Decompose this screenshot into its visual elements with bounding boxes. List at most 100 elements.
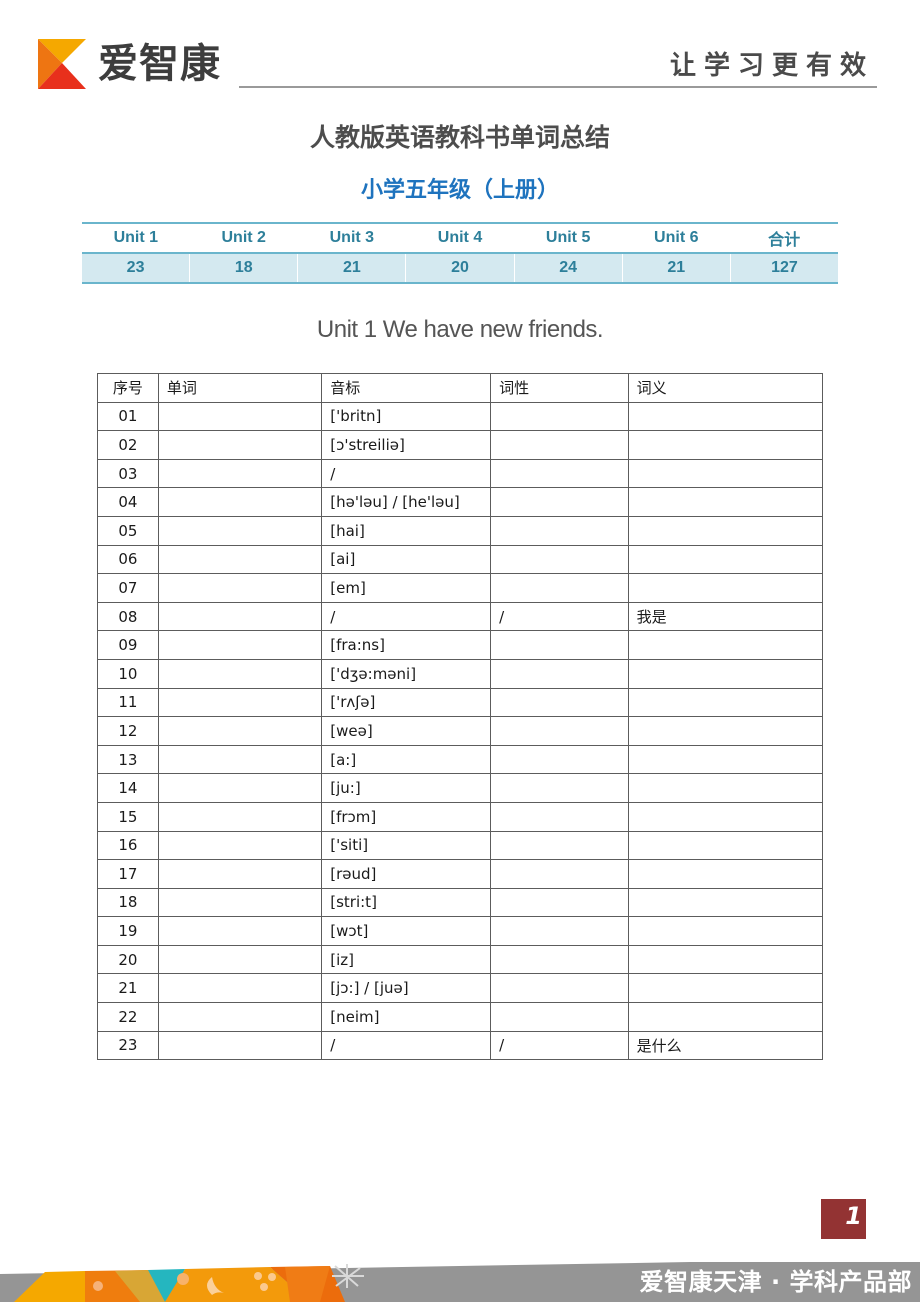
vocab-word-cell [157, 544, 323, 575]
vocab-pos-cell [490, 916, 629, 946]
summary-header-row: Unit 1 Unit 2 Unit 3 Unit 4 Unit 5 Unit … [82, 222, 838, 254]
header-divider [239, 86, 877, 88]
vocab-pos-cell [490, 630, 629, 660]
column-header-meaning: 词义 [627, 373, 824, 403]
vocab-meaning-cell [627, 1002, 824, 1032]
vocab-pos-cell [490, 716, 629, 746]
vocab-pos-cell [490, 401, 629, 432]
vocab-number-cell: 15 [97, 801, 159, 832]
vocab-meaning-cell [627, 687, 824, 718]
vocab-row: 08// 我是 [97, 601, 824, 632]
column-header-part-of-speech: 词性 [490, 373, 629, 403]
vocab-word-cell [157, 1002, 323, 1032]
vocab-word-cell [157, 515, 323, 546]
vocab-pos-cell [490, 830, 629, 861]
summary-value-cell: 23 [82, 253, 190, 284]
vocab-number-cell: 17 [97, 859, 159, 889]
vocab-row: 14 [ju:] [97, 773, 824, 803]
vocab-phonetic-cell: / [321, 1030, 492, 1061]
summary-header-cell: Unit 6 [622, 222, 731, 254]
vocab-number-cell: 03 [97, 458, 159, 489]
vocab-word-cell [157, 801, 323, 832]
vocab-pos-cell [490, 744, 629, 775]
summary-value-cell: 18 [189, 253, 298, 284]
summary-value-cell: 21 [621, 253, 731, 284]
vocab-meaning-cell [627, 630, 824, 660]
vocab-pos-cell [490, 515, 629, 546]
vocab-number-cell: 07 [97, 573, 159, 603]
vocab-meaning-cell [627, 487, 824, 517]
vocab-phonetic-cell: ['siti] [321, 830, 492, 861]
vocab-word-cell [157, 658, 323, 689]
vocab-header-row: 序号 单词 音标 词性 词义 [97, 373, 824, 403]
vocab-phonetic-cell: [rəud] [321, 859, 492, 889]
unit-summary-table: Unit 1 Unit 2 Unit 3 Unit 4 Unit 5 Unit … [82, 222, 838, 284]
vocab-word-cell [157, 601, 323, 632]
vocab-number-cell: 08 [97, 601, 159, 632]
vocab-phonetic-cell: [a:] [321, 744, 492, 775]
vocab-number-cell: 01 [97, 401, 159, 432]
vocab-phonetic-cell: ['rʌʃə] [321, 687, 492, 718]
summary-value-cell: 20 [405, 253, 515, 284]
vocab-phonetic-cell: / [321, 601, 492, 632]
summary-header-cell: Unit 1 [82, 222, 190, 254]
vocab-phonetic-cell: [ai] [321, 544, 492, 575]
vocab-row: 22 [neim] [97, 1002, 824, 1032]
vocab-row: 21 [jɔ:] / [juə] [97, 973, 824, 1004]
vocab-row: 19 [wɔt] [97, 916, 824, 946]
vocab-row: 01 ['britn] [97, 401, 824, 432]
vocab-meaning-cell [627, 859, 824, 889]
vocab-pos-cell [490, 430, 629, 460]
vocab-meaning-cell: 是什么 [627, 1030, 824, 1061]
vocab-pos-cell [490, 773, 629, 803]
vocab-pos-cell [490, 973, 629, 1004]
vocab-number-cell: 23 [97, 1030, 159, 1061]
vocab-row: 09 [fra:ns] [97, 630, 824, 660]
vocab-word-cell [157, 401, 323, 432]
summary-header-cell: Unit 2 [189, 222, 298, 254]
column-header-word: 单词 [157, 373, 323, 403]
vocab-word-cell [157, 687, 323, 718]
vocab-meaning-cell: 我是 [627, 601, 824, 632]
vocab-meaning-cell [627, 944, 824, 975]
vocab-number-cell: 02 [97, 430, 159, 460]
vocab-number-cell: 18 [97, 887, 159, 918]
vocab-meaning-cell [627, 458, 824, 489]
summary-value-cell: 24 [513, 253, 623, 284]
vocab-body: 01 ['britn] 02 [ɔ'streiliə] 03 / 04 [hə'ləu] / … [97, 401, 824, 1061]
vocab-row: 15 [frɔm] [97, 801, 824, 832]
vocab-word-cell [157, 830, 323, 861]
vocab-meaning-cell [627, 801, 824, 832]
vocab-meaning-cell [627, 573, 824, 603]
vocab-pos-cell: / [490, 601, 629, 632]
column-header-phonetic: 音标 [321, 373, 492, 403]
vocab-meaning-cell [627, 658, 824, 689]
vocab-row: 07 [em] [97, 573, 824, 603]
page-title: 人教版英语教科书单词总结 [309, 123, 610, 152]
page-subtitle: 小学五年级（上册） [360, 178, 559, 203]
vocab-meaning-cell [627, 430, 824, 460]
vocab-word-cell [157, 859, 323, 889]
vocab-word-cell [157, 773, 323, 803]
vocab-number-cell: 16 [97, 830, 159, 861]
vocab-word-cell [157, 887, 323, 918]
vocab-phonetic-cell: [jɔ:] / [juə] [321, 973, 492, 1004]
vocab-meaning-cell [627, 544, 824, 575]
vocab-pos-cell [490, 1002, 629, 1032]
vocab-phonetic-cell: [iz] [321, 944, 492, 975]
vocab-word-cell [157, 973, 323, 1004]
unit-title: Unit 1 We have new friends. [316, 316, 604, 343]
vocab-pos-cell [490, 487, 629, 517]
vocab-pos-cell [490, 573, 629, 603]
vocab-word-cell [157, 944, 323, 975]
slogan: 让学习更有效 [669, 51, 874, 81]
vocab-phonetic-cell: [em] [321, 573, 492, 603]
vocab-word-cell [157, 744, 323, 775]
summary-header-cell: 合计 [730, 222, 838, 254]
vocab-row: 13 [a:] [97, 744, 824, 775]
vocab-meaning-cell [627, 973, 824, 1004]
vocab-meaning-cell [627, 830, 824, 861]
vocab-phonetic-cell: [neim] [321, 1002, 492, 1032]
vocab-phonetic-cell: [fra:ns] [321, 630, 492, 660]
vocab-row: 20 [iz] [97, 944, 824, 975]
